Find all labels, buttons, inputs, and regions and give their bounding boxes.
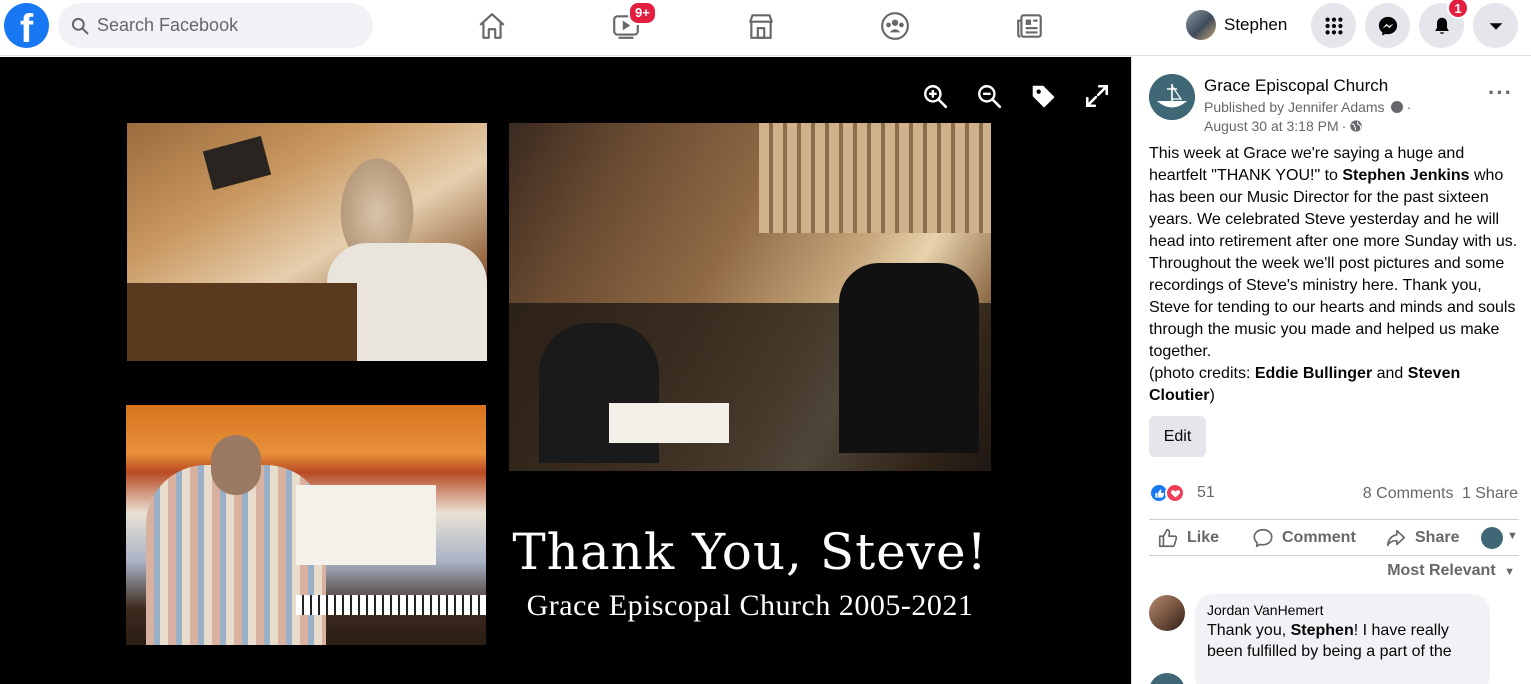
nav-home[interactable] (452, 0, 532, 52)
credits-and: and (1372, 365, 1408, 382)
comment-sort-dropdown[interactable]: Most Relevant ▼ (1387, 562, 1515, 580)
published-by[interactable]: Published by Jennifer Adams (1204, 99, 1385, 115)
globe-icon (1350, 120, 1362, 132)
share-icon (1386, 529, 1406, 547)
tag-icon (1032, 85, 1055, 108)
credits-prefix: (photo credits: (1149, 365, 1255, 382)
nav-marketplace[interactable] (721, 0, 801, 52)
marketplace-icon (749, 14, 773, 39)
like-label: Like (1187, 529, 1220, 546)
nav-news[interactable] (990, 0, 1070, 52)
photo-pianist-from-behind (126, 405, 486, 645)
love-reaction-icon (1165, 483, 1185, 503)
grid-menu-icon (1324, 16, 1343, 35)
comment-label: Comment (1282, 529, 1356, 546)
church-logo-icon (1149, 74, 1195, 120)
comment-author[interactable]: Jordan VanHemert (1207, 602, 1478, 618)
mention-link[interactable]: Stephen Jenkins (1342, 167, 1469, 184)
post-text-body: who has been our Music Director for the … (1149, 167, 1518, 360)
reaction-count: 51 (1197, 484, 1215, 501)
zoom-out-icon (978, 85, 1002, 109)
zoom-out-button[interactable] (974, 81, 1004, 111)
info-icon[interactable] (1390, 101, 1403, 113)
notifications-button[interactable]: 1 (1419, 0, 1469, 48)
menu-button[interactable] (1311, 3, 1356, 48)
more-options-button[interactable]: ··· (1488, 82, 1513, 104)
caret-down-icon: ▼ (1504, 566, 1515, 578)
avatar[interactable] (1149, 673, 1185, 684)
zoom-in-button[interactable] (920, 81, 950, 111)
comment-button[interactable]: Comment (1252, 520, 1356, 556)
photo-organist-closeup (127, 123, 487, 361)
share-label: Share (1415, 529, 1460, 546)
collage-title: Thank You, Steve! (512, 523, 988, 581)
profile-name: Stephen (1224, 15, 1288, 34)
credits-suffix: ) (1209, 387, 1215, 404)
separator-dot: · (1406, 99, 1412, 115)
separator-dot: · (1341, 118, 1347, 134)
bell-icon (1434, 17, 1449, 34)
avatar[interactable] (1149, 595, 1185, 631)
comment-text-prefix: Thank you, (1207, 622, 1291, 639)
reaction-summary[interactable]: 51 (1149, 483, 1215, 503)
avatar (1186, 10, 1216, 40)
comment-text: Thank you, Stephen! I have really been f… (1207, 620, 1478, 662)
share-button[interactable]: Share (1385, 520, 1459, 556)
facebook-logo-icon[interactable]: f (4, 3, 49, 48)
thumbs-up-icon (1158, 528, 1178, 548)
like-button[interactable]: Like (1157, 520, 1219, 556)
photo-viewer: Thank You, Steve! Grace Episcopal Church… (0, 57, 1131, 684)
page-name[interactable]: Grace Episcopal Church (1204, 76, 1388, 96)
page-avatar[interactable] (1149, 74, 1195, 120)
comments-count[interactable]: 8 Comments (1363, 485, 1454, 502)
comment-bubble: Jordan VanHemert Thank you, Stephen! I h… (1195, 594, 1490, 684)
page-avatar-selector[interactable] (1481, 527, 1503, 549)
nav-watch[interactable]: 9+ (586, 0, 666, 52)
top-navigation-bar: f 9+ Stephen 1 (0, 0, 1531, 56)
account-menu-button[interactable] (1473, 3, 1518, 48)
sort-label: Most Relevant (1387, 562, 1496, 579)
comment-icon (1253, 528, 1273, 548)
credit-link[interactable]: Eddie Bullinger (1255, 365, 1372, 382)
video-notification-badge: 9+ (628, 1, 657, 25)
messenger-button[interactable] (1365, 3, 1410, 48)
news-icon (1017, 14, 1042, 38)
search-icon (71, 17, 89, 34)
fullscreen-button[interactable] (1082, 81, 1112, 111)
messenger-icon (1378, 16, 1397, 36)
search-box[interactable] (58, 3, 373, 48)
mention-link[interactable]: Stephen (1291, 622, 1354, 639)
edit-button[interactable]: Edit (1149, 416, 1206, 457)
tag-photo-button[interactable] (1028, 81, 1058, 111)
caret-down-icon (1489, 22, 1502, 30)
groups-icon (881, 12, 909, 40)
photo-choir-and-organ (509, 123, 991, 471)
notifications-badge: 1 (1447, 0, 1469, 19)
post-date[interactable]: August 30 at 3:18 PM (1204, 118, 1339, 134)
post-details-panel: Grace Episcopal Church Published by Jenn… (1131, 57, 1531, 684)
post-action-bar: Like Comment Share ▼ (1149, 519, 1519, 556)
nav-groups[interactable] (855, 0, 935, 52)
date-line: August 30 at 3:18 PM · (1204, 118, 1363, 134)
search-input[interactable] (97, 15, 357, 36)
profile-shortcut[interactable]: Stephen (1182, 5, 1295, 45)
engagement-counts: 8 Comments 1 Share (1363, 485, 1518, 503)
collage-subtitle: Grace Episcopal Church 2005-2021 (526, 589, 974, 622)
published-by-line: Published by Jennifer Adams · (1204, 99, 1411, 115)
home-icon (479, 13, 505, 39)
expand-icon (1085, 84, 1109, 108)
shares-count[interactable]: 1 Share (1462, 485, 1518, 502)
zoom-in-icon (924, 85, 948, 109)
caret-down-icon[interactable]: ▼ (1507, 530, 1518, 542)
post-text: This week at Grace we're saying a huge a… (1149, 143, 1521, 407)
